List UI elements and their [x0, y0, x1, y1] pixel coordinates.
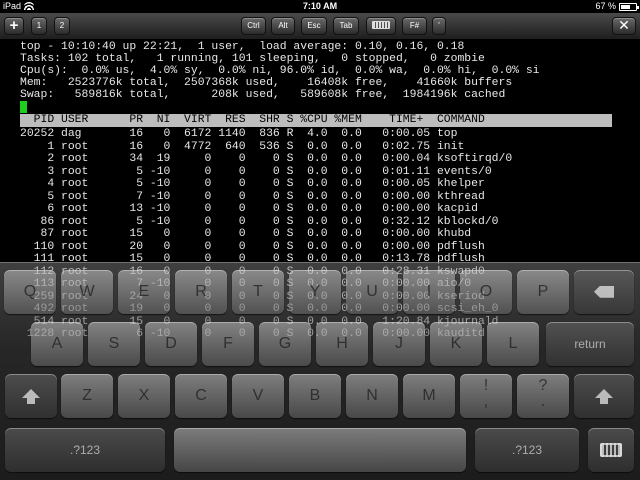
key-g[interactable]: G [259, 322, 311, 366]
key-c[interactable]: C [175, 374, 227, 418]
process-table-header: PID USER PR NI VIRT RES SHR S %CPU %MEM … [20, 114, 612, 127]
key-z[interactable]: Z [61, 374, 113, 418]
backspace-icon [594, 285, 614, 298]
key-q[interactable]: Q [4, 270, 56, 314]
process-row: 20252 dag 16 0 6172 1140 836 R 4.0 0.0 0… [20, 128, 458, 140]
new-tab-button[interactable]: + [4, 17, 24, 35]
top-cpu-line: Cpu(s): 0.0% us, 4.0% sy, 0.0% ni, 96.0%… [20, 65, 540, 77]
process-row: 2 root 34 19 0 0 0 S 0.0 0.0 0:00.04 kso… [20, 153, 513, 165]
keyboard-icon [372, 21, 390, 29]
top-swap-line: Swap: 589816k total, 208k used, 589608k … [20, 89, 506, 101]
key-n[interactable]: N [346, 374, 398, 418]
key-p[interactable]: P [517, 270, 569, 314]
return-key[interactable]: return [546, 322, 634, 366]
function-keys-button[interactable]: F# [402, 17, 427, 35]
key-k[interactable]: K [430, 322, 482, 366]
ios-status-bar: iPad 7:10 AM 67 % [0, 0, 640, 13]
clock: 7:10 AM [302, 1, 338, 11]
key-d[interactable]: D [145, 322, 197, 366]
hide-keyboard-key[interactable] [588, 428, 634, 472]
extra-key-button[interactable]: ' [432, 17, 446, 35]
key-a[interactable]: A [31, 322, 83, 366]
key-i[interactable]: I [403, 270, 455, 314]
top-mem-line: Mem: 2523776k total, 2507368k used, 1640… [20, 77, 513, 89]
hide-keyboard-icon [600, 442, 622, 457]
question-period-key[interactable]: ? . [517, 374, 569, 418]
numbers-key-right[interactable]: .?123 [475, 428, 579, 472]
process-header-text: PID USER PR NI VIRT RES SHR S %CPU %MEM … [20, 114, 485, 126]
keyboard-toggle-button[interactable] [366, 17, 396, 35]
process-row: 3 root 5 -10 0 0 0 S 0.0 0.0 0:01.11 eve… [20, 165, 492, 178]
battery-status: 67 % [595, 0, 639, 13]
alt-key-button[interactable]: Alt [271, 17, 295, 35]
terminal-toolbar: + 1 2 Ctrl Alt Esc Tab F# ' ✕ [0, 13, 640, 40]
terminal-cursor [20, 101, 27, 113]
tab-key-button[interactable]: Tab [333, 17, 359, 35]
key-e[interactable]: E [118, 270, 170, 314]
tab-1-button[interactable]: 1 [31, 17, 47, 35]
space-key[interactable] [174, 428, 466, 472]
key-b[interactable]: B [289, 374, 341, 418]
key-j[interactable]: J [373, 322, 425, 366]
ctrl-key-button[interactable]: Ctrl [241, 17, 266, 35]
key-y[interactable]: Y [289, 270, 341, 314]
top-tasks-line: Tasks: 102 total, 1 running, 101 sleepin… [20, 53, 485, 65]
shift-icon [22, 389, 40, 404]
key-f[interactable]: F [202, 322, 254, 366]
key-l[interactable]: L [487, 322, 539, 366]
top-uptime-line: top - 10:10:40 up 22:21, 1 user, load av… [20, 41, 465, 53]
battery-percent: 67 % [595, 1, 616, 11]
process-row: 1 root 16 0 4772 640 536 S 0.0 0.0 0:02.… [20, 140, 465, 153]
battery-icon [619, 2, 639, 11]
key-w[interactable]: W [61, 270, 113, 314]
close-icon[interactable]: ✕ [612, 17, 636, 35]
process-row: 5 root 7 -10 0 0 0 S 0.0 0.0 0:00.00 kth… [20, 190, 485, 203]
key-m[interactable]: M [403, 374, 455, 418]
shift-key-left[interactable] [5, 374, 57, 418]
key-h[interactable]: H [316, 322, 368, 366]
process-row: 110 root 20 0 0 0 0 S 0.0 0.0 0:00.00 pd… [20, 240, 485, 253]
process-row: 4 root 5 -10 0 0 0 S 0.0 0.0 0:00.05 khe… [20, 178, 485, 190]
shift-icon [595, 389, 613, 404]
key-x[interactable]: X [118, 374, 170, 418]
key-r[interactable]: R [175, 270, 227, 314]
battery-fill [621, 4, 631, 9]
backspace-key[interactable] [574, 270, 634, 314]
process-row: 6 root 13 -10 0 0 0 S 0.0 0.0 0:00.00 ka… [20, 203, 478, 215]
key-u[interactable]: U [346, 270, 398, 314]
key-s[interactable]: S [88, 322, 140, 366]
shift-key-right[interactable] [574, 374, 634, 418]
process-row: 87 root 15 0 0 0 0 S 0.0 0.0 0:00.00 khu… [20, 228, 472, 240]
tab-2-button[interactable]: 2 [54, 17, 70, 35]
exclamation-comma-key[interactable]: ! , [460, 374, 512, 418]
esc-key-button[interactable]: Esc [301, 17, 327, 35]
key-v[interactable]: V [232, 374, 284, 418]
ios-keyboard: QWERTYUIOP ASDFGHJKL return ZXCVBNM ! , … [0, 262, 640, 480]
numbers-key-left[interactable]: .?123 [5, 428, 165, 472]
process-row: 86 root 5 -10 0 0 0 S 0.0 0.0 0:32.12 kb… [20, 215, 499, 228]
key-o[interactable]: O [460, 270, 512, 314]
key-t[interactable]: T [232, 270, 284, 314]
